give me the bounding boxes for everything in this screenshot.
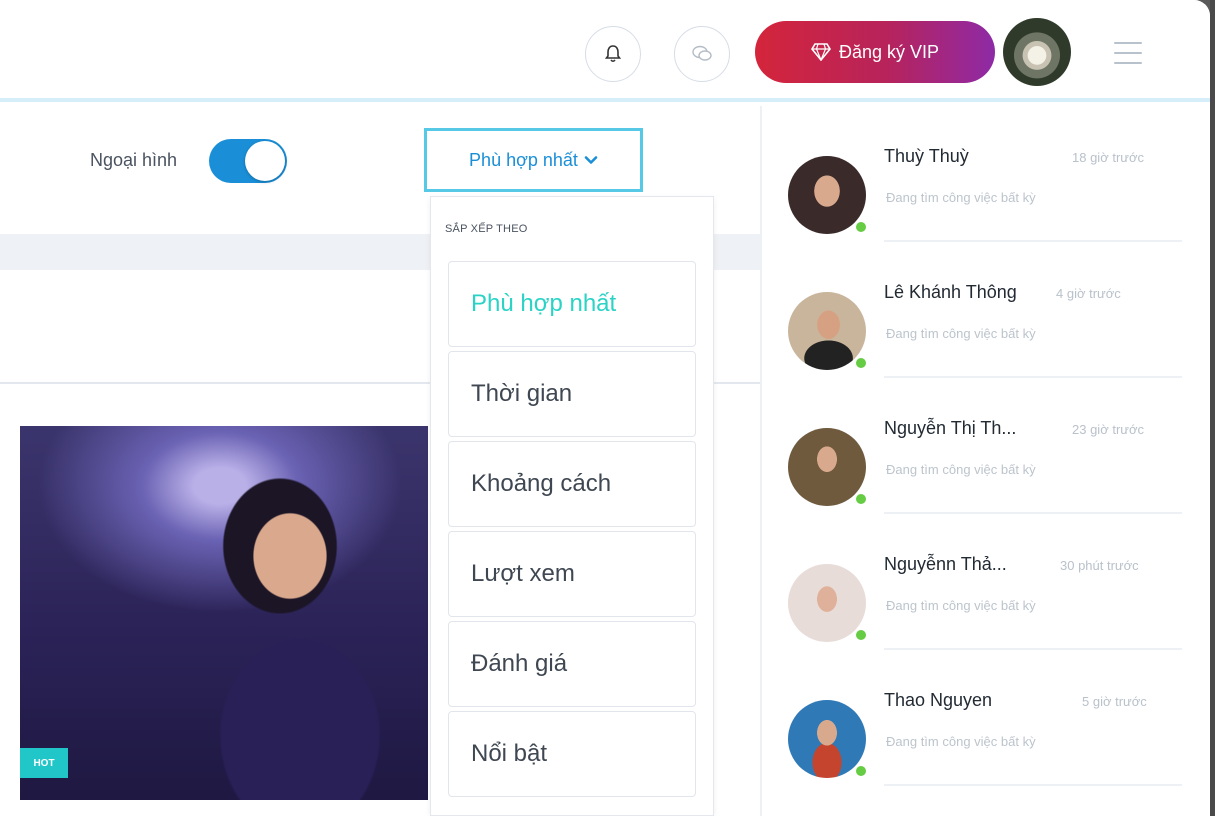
contacts-sidebar: Thuỳ Thuỳ 18 giờ trước Đang tìm công việ… — [760, 106, 1210, 816]
sort-option-distance[interactable]: Khoảng cách — [448, 441, 696, 527]
app-window: Đăng ký VIP Ngoại hình Phù hợp nhất HOT — [0, 0, 1210, 816]
window-edge — [1210, 0, 1215, 816]
online-status-dot — [854, 628, 868, 642]
contact-time: 23 giờ trước — [1072, 422, 1144, 437]
contact-status: Đang tìm công việc bất kỳ — [886, 734, 1036, 749]
divider — [884, 376, 1182, 378]
hamburger-icon[interactable] — [1114, 42, 1142, 64]
online-status-dot — [854, 764, 868, 778]
sort-dropdown-menu: SẮP XẾP THEO Phù hợp nhất Thời gian Khoả… — [430, 196, 714, 816]
profile-photo[interactable] — [20, 426, 428, 800]
contact-name: Nguyễnn Thả... — [884, 554, 1007, 574]
dropdown-title: SẮP XẾP THEO — [445, 223, 528, 235]
contact-status: Đang tìm công việc bất kỳ — [886, 190, 1036, 205]
contact-item[interactable]: Nguyễnn Thả... 30 phút trước Đang tìm cô… — [762, 544, 1210, 680]
contact-item[interactable]: Nguyễn Thị Th... 23 giờ trước Đang tìm c… — [762, 408, 1210, 544]
contact-status: Đang tìm công việc bất kỳ — [886, 462, 1036, 477]
messages-button[interactable] — [674, 26, 730, 82]
top-header: Đăng ký VIP — [0, 0, 1210, 102]
online-status-dot — [854, 356, 868, 370]
contact-name: Thao Nguyen — [884, 690, 993, 710]
sort-select[interactable]: Phù hợp nhất — [424, 128, 643, 192]
user-avatar[interactable] — [1003, 18, 1071, 86]
contact-item[interactable]: Lê Khánh Thông 4 giờ trước Đang tìm công… — [762, 272, 1210, 408]
online-status-dot — [854, 220, 868, 234]
divider — [884, 648, 1182, 650]
contact-name: Thuỳ Thuỳ — [884, 146, 969, 166]
contact-status: Đang tìm công việc bất kỳ — [886, 326, 1036, 341]
sort-option-rating[interactable]: Đánh giá — [448, 621, 696, 707]
contact-item[interactable]: Thao Nguyen 5 giờ trước Đang tìm công vi… — [762, 680, 1210, 816]
notifications-button[interactable] — [585, 26, 641, 82]
diamond-icon — [810, 43, 831, 61]
chevron-down-icon — [584, 156, 598, 164]
contact-status: Đang tìm công việc bất kỳ — [886, 598, 1036, 613]
contact-time: 5 giờ trước — [1082, 694, 1147, 709]
toggle-knob — [245, 141, 285, 181]
sort-option-relevance[interactable]: Phù hợp nhất — [448, 261, 696, 347]
contact-name: Lê Khánh Thông — [884, 282, 1017, 302]
sort-option-views[interactable]: Lượt xem — [448, 531, 696, 617]
sort-option-time[interactable]: Thời gian — [448, 351, 696, 437]
vip-button-label: Đăng ký VIP — [838, 41, 940, 62]
appearance-toggle[interactable] — [209, 139, 287, 183]
contact-time: 30 phút trước — [1060, 558, 1139, 573]
divider — [884, 512, 1182, 514]
contact-item[interactable]: Thuỳ Thuỳ 18 giờ trước Đang tìm công việ… — [762, 136, 1210, 272]
contact-time: 4 giờ trước — [1056, 286, 1121, 301]
contact-time: 18 giờ trước — [1072, 150, 1144, 165]
contact-name: Nguyễn Thị Th... — [884, 418, 1017, 438]
online-status-dot — [854, 492, 868, 506]
appearance-toggle-label: Ngoại hình — [90, 150, 178, 170]
bell-icon — [604, 45, 622, 63]
divider — [884, 240, 1182, 242]
divider — [884, 784, 1182, 786]
vip-register-button[interactable]: Đăng ký VIP — [755, 21, 995, 83]
sort-option-featured[interactable]: Nổi bật — [448, 711, 696, 797]
hot-badge: HOT — [20, 748, 68, 778]
sort-select-value: Phù hợp nhất — [469, 149, 578, 170]
chat-bubbles-icon — [692, 45, 712, 61]
